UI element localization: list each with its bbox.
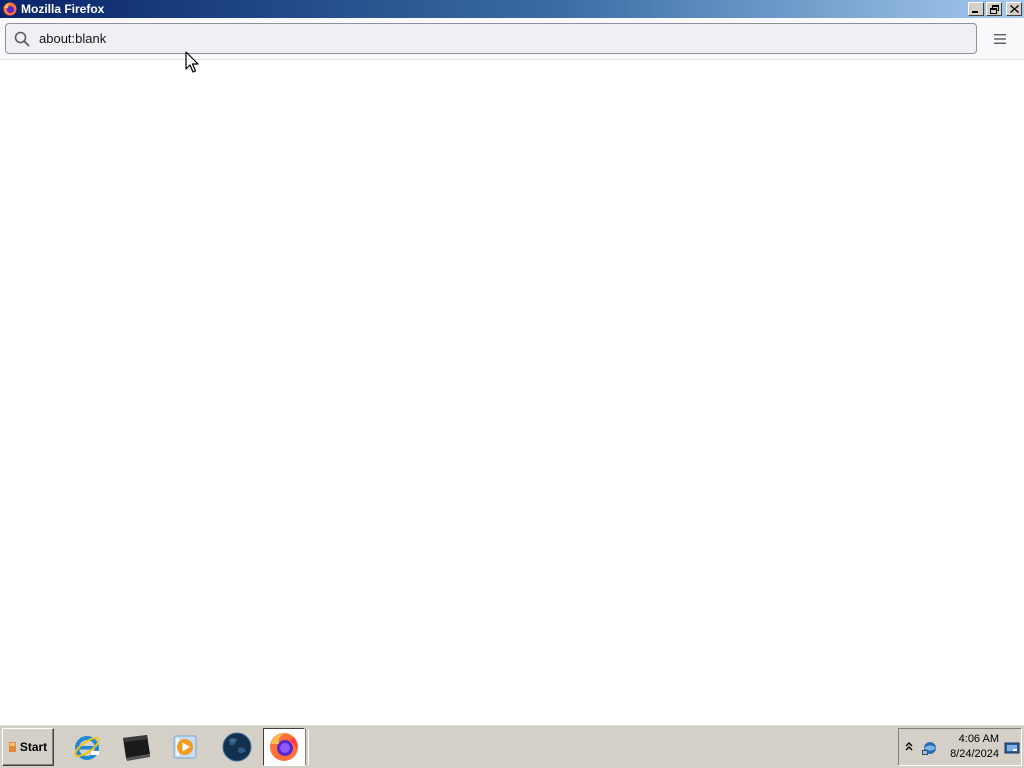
search-icon bbox=[13, 30, 31, 48]
window-title: Mozilla Firefox bbox=[21, 2, 105, 16]
minimize-button[interactable] bbox=[968, 2, 984, 16]
address-bar[interactable] bbox=[5, 23, 977, 54]
taskbar-item-network-globe[interactable] bbox=[216, 728, 258, 766]
taskbar-item-terminal[interactable] bbox=[115, 728, 157, 766]
clock-date: 8/24/2024 bbox=[950, 748, 999, 760]
internet-explorer-icon bbox=[74, 736, 100, 760]
restore-button[interactable] bbox=[986, 2, 1002, 16]
globe-icon bbox=[222, 732, 252, 762]
clock-time: 4:06 AM bbox=[958, 733, 999, 745]
taskbar-item-internet-explorer[interactable] bbox=[66, 728, 108, 766]
restore-icon bbox=[989, 4, 999, 14]
page-content[interactable] bbox=[0, 61, 1024, 724]
start-logo-icon bbox=[8, 742, 16, 752]
firefox-icon bbox=[2, 1, 18, 17]
start-label: Start bbox=[19, 740, 48, 754]
taskbar: Start 4:06 AM 8/24/2024 bbox=[0, 724, 1024, 768]
taskbar-item-firefox[interactable] bbox=[263, 728, 305, 766]
close-icon bbox=[1009, 5, 1019, 13]
clock[interactable]: 4:06 AM 8/24/2024 bbox=[943, 732, 999, 762]
media-player-icon bbox=[173, 735, 197, 759]
terminal-icon bbox=[123, 735, 150, 761]
browser-toolbar bbox=[0, 18, 1024, 60]
show-hidden-icons-icon[interactable] bbox=[904, 740, 914, 754]
app-menu-button[interactable] bbox=[987, 26, 1013, 52]
hamburger-menu-icon bbox=[994, 34, 1006, 44]
minimize-icon bbox=[972, 11, 978, 13]
mouse-cursor-icon bbox=[185, 51, 199, 73]
firefox-icon bbox=[270, 733, 298, 761]
close-button[interactable] bbox=[1006, 2, 1022, 16]
taskbar-item-media-player[interactable] bbox=[164, 728, 206, 766]
window-controls bbox=[968, 2, 1022, 16]
window-titlebar[interactable]: Mozilla Firefox bbox=[0, 0, 1024, 18]
show-desktop-icon[interactable] bbox=[1004, 740, 1020, 756]
start-button[interactable]: Start bbox=[2, 728, 54, 766]
url-input[interactable] bbox=[39, 24, 976, 53]
network-icon[interactable] bbox=[920, 739, 938, 757]
system-tray: 4:06 AM 8/24/2024 bbox=[898, 728, 1022, 766]
taskbar-separator bbox=[305, 729, 309, 765]
